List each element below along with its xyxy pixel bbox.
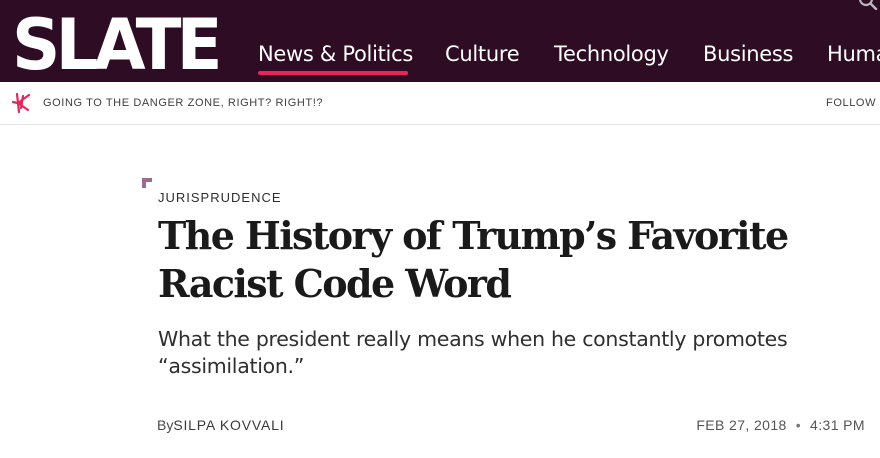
kicker-corner-mark [142, 178, 152, 188]
site-header: SLATE News & Politics Culture Technology… [0, 0, 880, 82]
slate-burst-icon [10, 91, 34, 115]
search-icon[interactable] [858, 0, 878, 10]
site-tagline: GOING TO THE DANGER ZONE, RIGHT? RIGHT!? [43, 97, 324, 109]
author-link[interactable]: SILPA KOVVALI [173, 417, 284, 433]
dateline-separator: • [795, 417, 802, 433]
nav-item-technology[interactable]: Technology [554, 40, 669, 68]
nav-item-business[interactable]: Business [703, 40, 794, 68]
article-headline: The History of Trump’s Favorite Racist C… [158, 213, 789, 306]
nav-item-culture[interactable]: Culture [445, 40, 520, 68]
byline-prefix: By [157, 417, 174, 433]
slate-logo[interactable]: SLATE [12, 8, 223, 82]
active-nav-indicator [258, 71, 408, 75]
byline: BySILPA KOVVALI [157, 416, 284, 434]
follow-link[interactable]: FOLLOW [826, 96, 876, 110]
publish-dateline: FEB 27, 2018 • 4:31 PM [696, 416, 865, 434]
publish-date: FEB 27, 2018 [696, 417, 787, 433]
slogan-strip: GOING TO THE DANGER ZONE, RIGHT? RIGHT!?… [0, 82, 880, 125]
nav-item-news-politics[interactable]: News & Politics [258, 40, 413, 68]
article-dek: What the president really means when he … [158, 327, 788, 378]
nav-item-human-interest[interactable]: Human Interest [827, 40, 880, 68]
article-kicker[interactable]: JURISPRUDENCE [158, 190, 282, 206]
publish-time: 4:31 PM [810, 417, 865, 433]
